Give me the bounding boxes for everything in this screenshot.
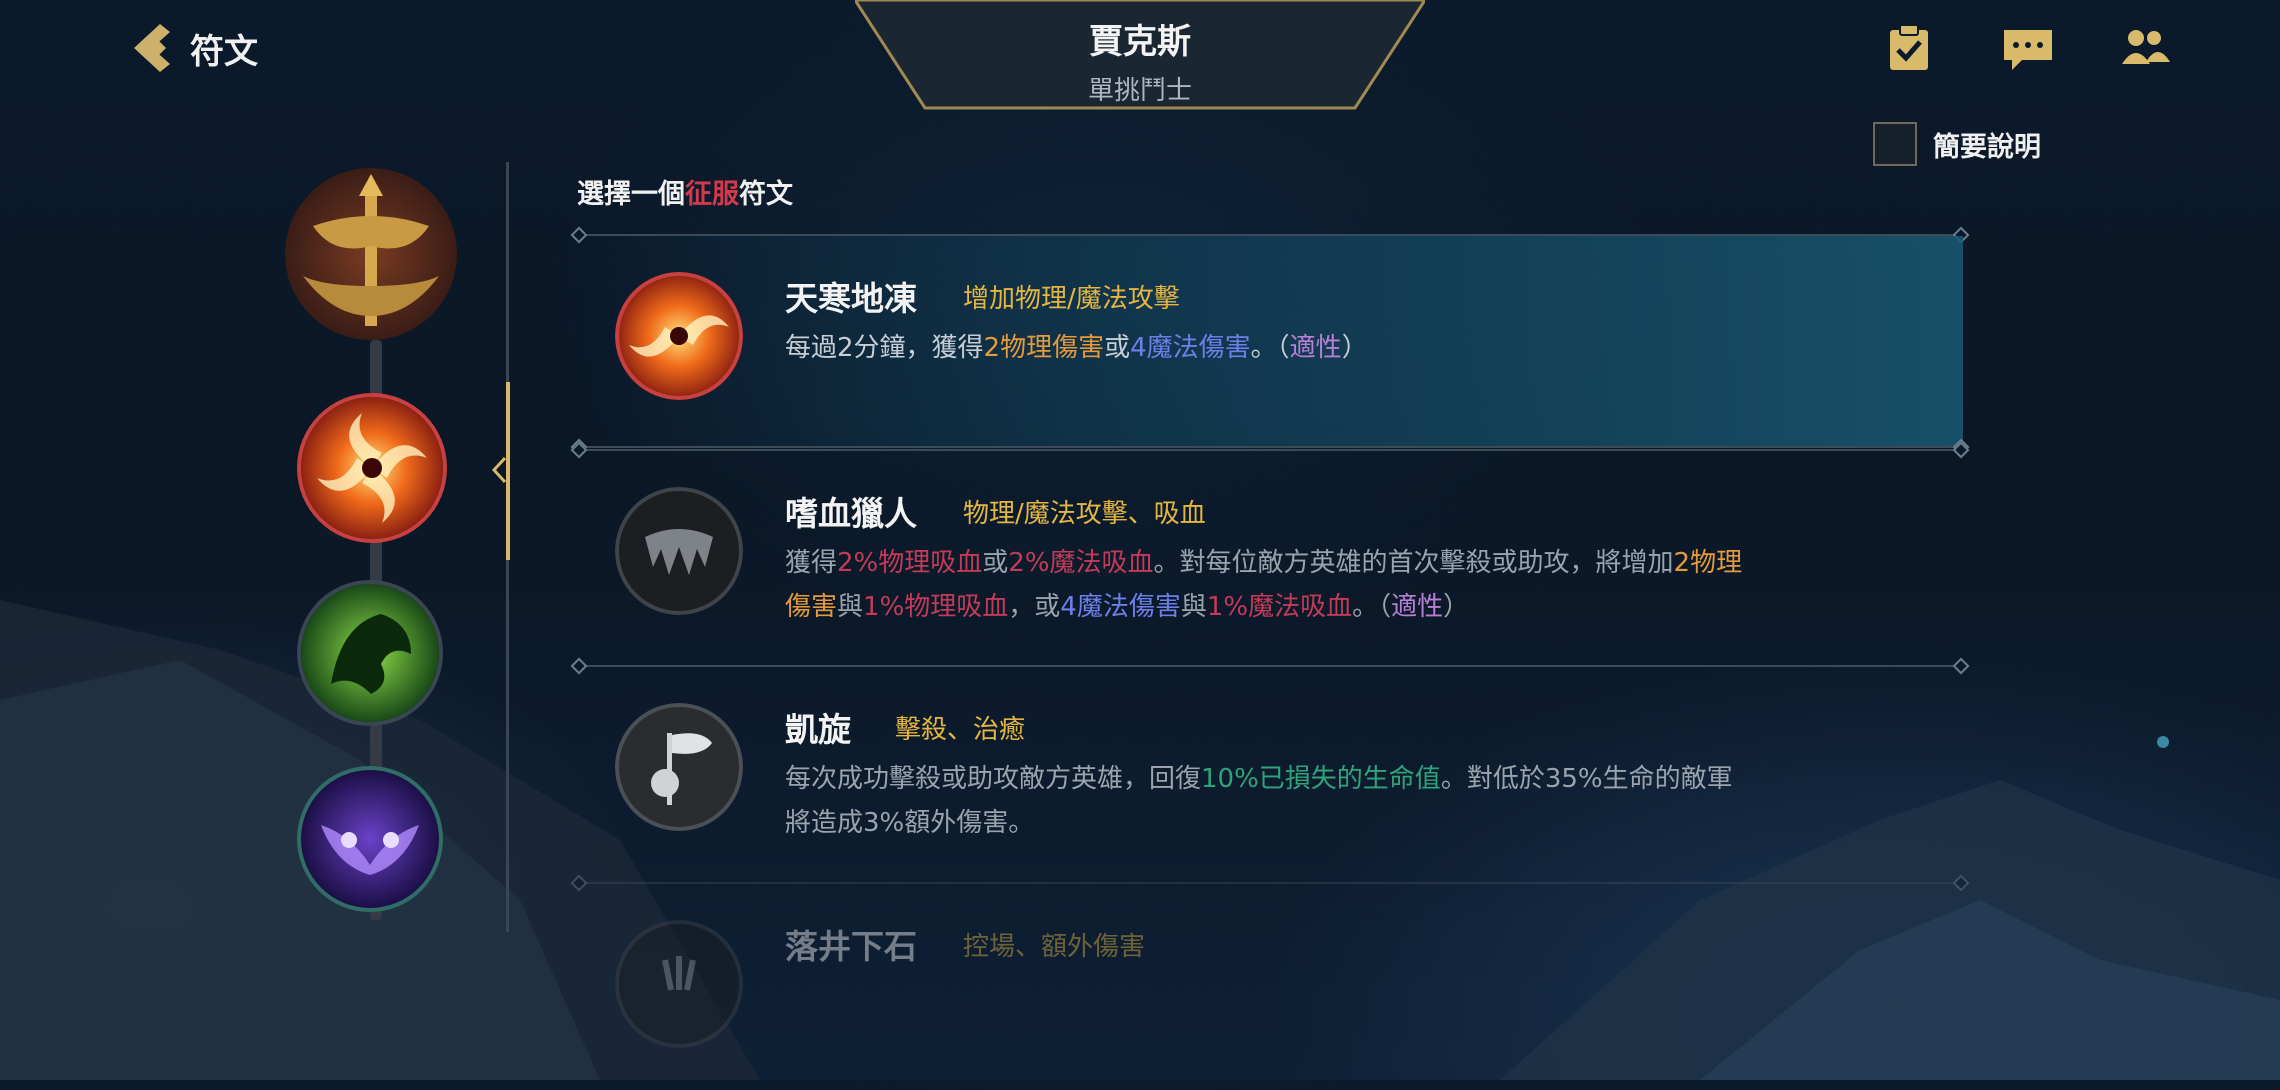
chat-icon[interactable]: [2000, 22, 2056, 74]
rune-keyword: 2%物理吸血: [837, 548, 983, 578]
back-label: 符文: [190, 31, 258, 72]
rune-tags: 增加物理/魔法攻擊: [963, 284, 1180, 314]
rune-text: 與: [837, 592, 864, 622]
rune-keyword: 2%魔法吸血: [1008, 548, 1154, 578]
rune-text: 與: [1180, 592, 1207, 622]
rune-text: 或: [982, 548, 1009, 578]
rune-text: ）: [1341, 333, 1368, 363]
triumph-icon: [615, 703, 743, 831]
rune-text: 獲得: [785, 548, 838, 578]
rune-keyword: 4魔法傷害: [1060, 592, 1181, 622]
rune-description: 獲得2%物理吸血或2%魔法吸血。對每位敵方英雄的首次擊殺或助攻，將增加2物理傷害…: [785, 541, 1745, 629]
brief-label: 簡要說明: [1933, 131, 2041, 163]
prompt-highlight: 征服: [685, 179, 739, 210]
rune-keyword: 10%已損失的生命值: [1201, 764, 1441, 794]
back-button[interactable]: 符文: [128, 20, 258, 76]
rune-description: 每過2分鐘，獲得2物理傷害或4魔法傷害。（適性）: [785, 326, 1745, 370]
row-divider: [577, 665, 1963, 667]
checklist-icon[interactable]: [1882, 22, 1938, 74]
brief-checkbox[interactable]: [1873, 122, 1917, 166]
conqueror-keystone-icon[interactable]: [283, 166, 459, 342]
rune-tags: 擊殺、治癒: [895, 715, 1026, 745]
rune-name: 嗜血獵人: [785, 494, 917, 533]
rune-text: 。對每位敵方英雄的首次擊殺或助攻，將增加: [1153, 548, 1674, 578]
rune-tree: [275, 160, 475, 920]
rune-text: 每過2分鐘，獲得: [785, 333, 984, 363]
frost-rune-icon: [615, 272, 743, 400]
rune-text: ）: [1443, 592, 1470, 622]
rune-keyword: 1%物理吸血: [863, 592, 1009, 622]
rune-text: 每次成功擊殺或助攻敵方英雄，回復: [785, 764, 1202, 794]
champion-name: 賈克斯: [1089, 22, 1191, 62]
downfall-icon: [615, 920, 743, 1048]
rune-keyword: 適性: [1391, 592, 1444, 622]
rune-prompt: 選擇一個征服符文: [577, 172, 793, 211]
rune-keyword: 4魔法傷害: [1130, 333, 1251, 363]
champion-title-plate: 賈克斯 單挑鬥士: [855, 0, 1425, 110]
rune-text: 或: [1104, 333, 1131, 363]
rune-name: 天寒地凍: [785, 279, 917, 318]
chevron-left-icon: [134, 24, 170, 72]
sorcery-icon[interactable]: [301, 770, 439, 908]
champion-role: 單挑鬥士: [1087, 76, 1192, 106]
rune-keyword: 適性: [1289, 333, 1342, 363]
row-divider: [577, 449, 1963, 451]
frost-rune-icon[interactable]: [301, 397, 443, 539]
row-divider: [577, 882, 1963, 884]
rune-option[interactable]: 天寒地凍 增加物理/魔法攻擊每過2分鐘，獲得2物理傷害或4魔法傷害。（適性）: [577, 232, 1963, 448]
rune-option[interactable]: 凱旋 擊殺、治癒每次成功擊殺或助攻敵方英雄，回復10%已損失的生命值。對低於35%…: [577, 663, 1963, 873]
chevron-left-icon: [491, 456, 507, 484]
rune-tags: 控場、額外傷害: [963, 932, 1146, 962]
rune-option[interactable]: 落井下石 控場、額外傷害: [577, 880, 1963, 1090]
bloodhunter-icon[interactable]: [301, 584, 439, 722]
rune-text: 。（: [1352, 592, 1392, 622]
rune-description: 每次成功擊殺或助攻敵方英雄，回復10%已損失的生命值。對低於35%生命的敵軍將造…: [785, 757, 1745, 845]
rune-name: 落井下石: [785, 927, 917, 966]
friends-icon[interactable]: [2116, 22, 2172, 74]
rune-keyword: 2物理傷害: [983, 333, 1105, 363]
rune-option[interactable]: 嗜血獵人 物理/魔法攻擊、吸血獲得2%物理吸血或2%魔法吸血。對每位敵方英雄的首次…: [577, 447, 1963, 657]
rune-tags: 物理/魔法攻擊、吸血: [963, 499, 1206, 529]
rune-keyword: 1%魔法吸血: [1206, 592, 1353, 622]
bloodhunter-icon: [615, 487, 743, 615]
rune-text: ，或: [1008, 592, 1061, 622]
rune-text: 。（: [1250, 333, 1290, 363]
brief-description-toggle[interactable]: 簡要說明: [1873, 122, 2041, 166]
rune-name: 凱旋: [785, 710, 851, 749]
prompt-suffix: 符文: [739, 179, 793, 210]
prompt-prefix: 選擇一個: [577, 179, 685, 210]
